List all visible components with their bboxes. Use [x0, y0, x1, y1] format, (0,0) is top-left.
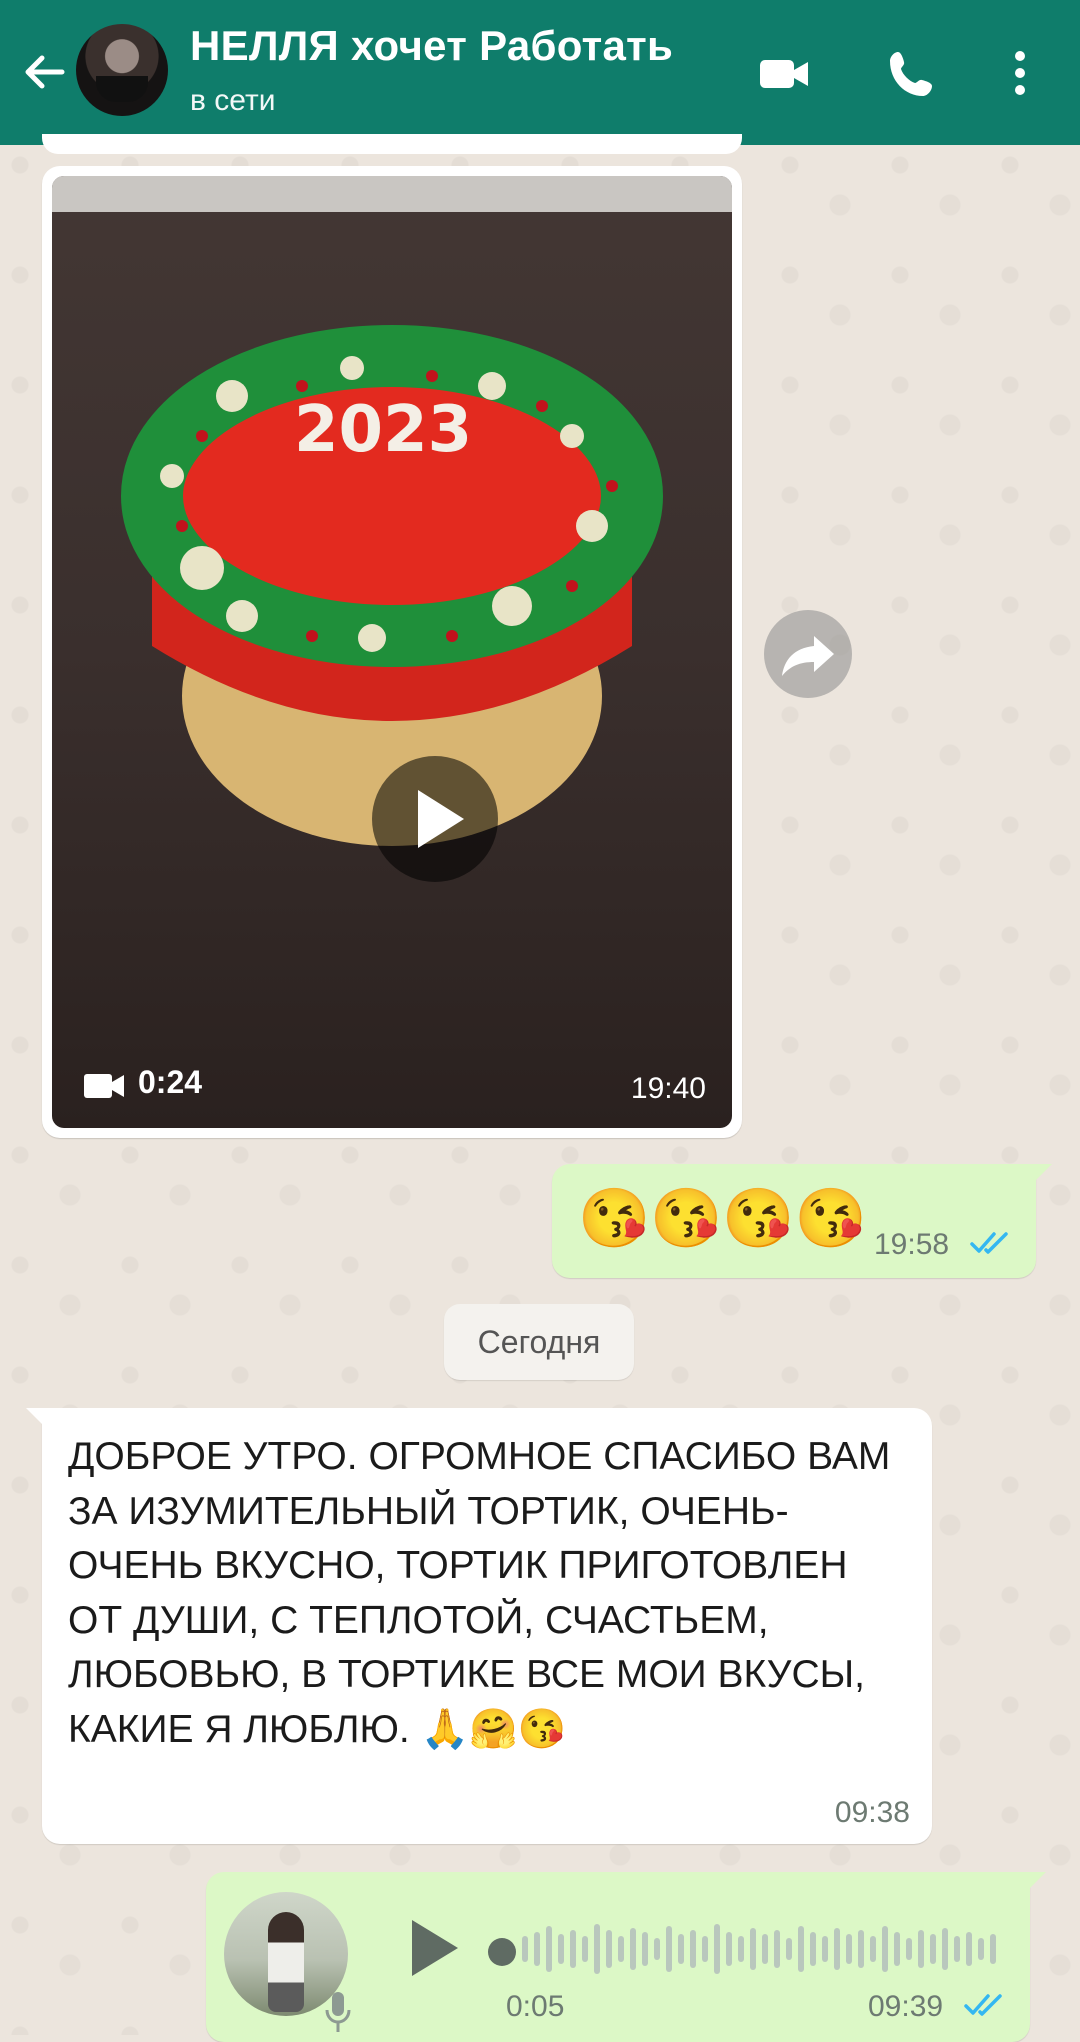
contact-avatar[interactable]: [76, 24, 168, 116]
more-vert-icon[interactable]: [1000, 46, 1040, 102]
voice-message[interactable]: 0:05 09:39: [206, 1872, 1046, 2042]
microphone-icon: [324, 1990, 352, 2034]
chat-header: НЕЛЛЯ хочет Работать в сети: [0, 0, 1080, 145]
play-icon[interactable]: [402, 1912, 462, 1984]
video-message[interactable]: 2023 0:24 19:40: [42, 166, 742, 1138]
message-time: 19:58: [874, 1228, 950, 1261]
contact-name[interactable]: НЕЛЛЯ хочет Работать: [190, 22, 673, 70]
video-camera-icon: [84, 1072, 124, 1100]
read-ticks-icon: [964, 1992, 1008, 2018]
back-arrow-icon[interactable]: [18, 46, 70, 98]
previous-message-edge: [42, 134, 742, 154]
date-divider: Сегодня: [444, 1304, 634, 1380]
contact-status: в сети: [190, 84, 276, 117]
video-thumbnail[interactable]: 2023 0:24 19:40: [52, 176, 732, 1128]
play-icon[interactable]: [372, 756, 498, 882]
message-time: 09:39: [868, 1990, 944, 2023]
voice-waveform[interactable]: [520, 1916, 1010, 1982]
voice-duration: 0:05: [506, 1990, 565, 2023]
message-text: ДОБРОЕ УТРО. ОГРОМНОЕ СПАСИБО ВАМ ЗА ИЗУ…: [68, 1435, 891, 1751]
cake-inscription: 2023: [294, 393, 472, 467]
message-time: 09:38: [834, 1796, 910, 1829]
incoming-message[interactable]: ДОБРОЕ УТРО. ОГРОМНОЕ СПАСИБО ВАМ ЗА ИЗУ…: [26, 1408, 932, 1844]
video-duration: 0:24: [138, 1064, 203, 1100]
video-call-icon[interactable]: [756, 46, 812, 102]
outgoing-message[interactable]: 😘😘😘😘 19:58: [552, 1164, 1052, 1278]
read-ticks-icon: [970, 1230, 1014, 1256]
playback-slider-thumb[interactable]: [488, 1938, 516, 1966]
forward-icon[interactable]: [764, 610, 852, 698]
phone-icon[interactable]: [884, 46, 940, 102]
message-text: 😘😘😘😘: [578, 1186, 867, 1251]
message-time: 19:40: [630, 1072, 706, 1105]
